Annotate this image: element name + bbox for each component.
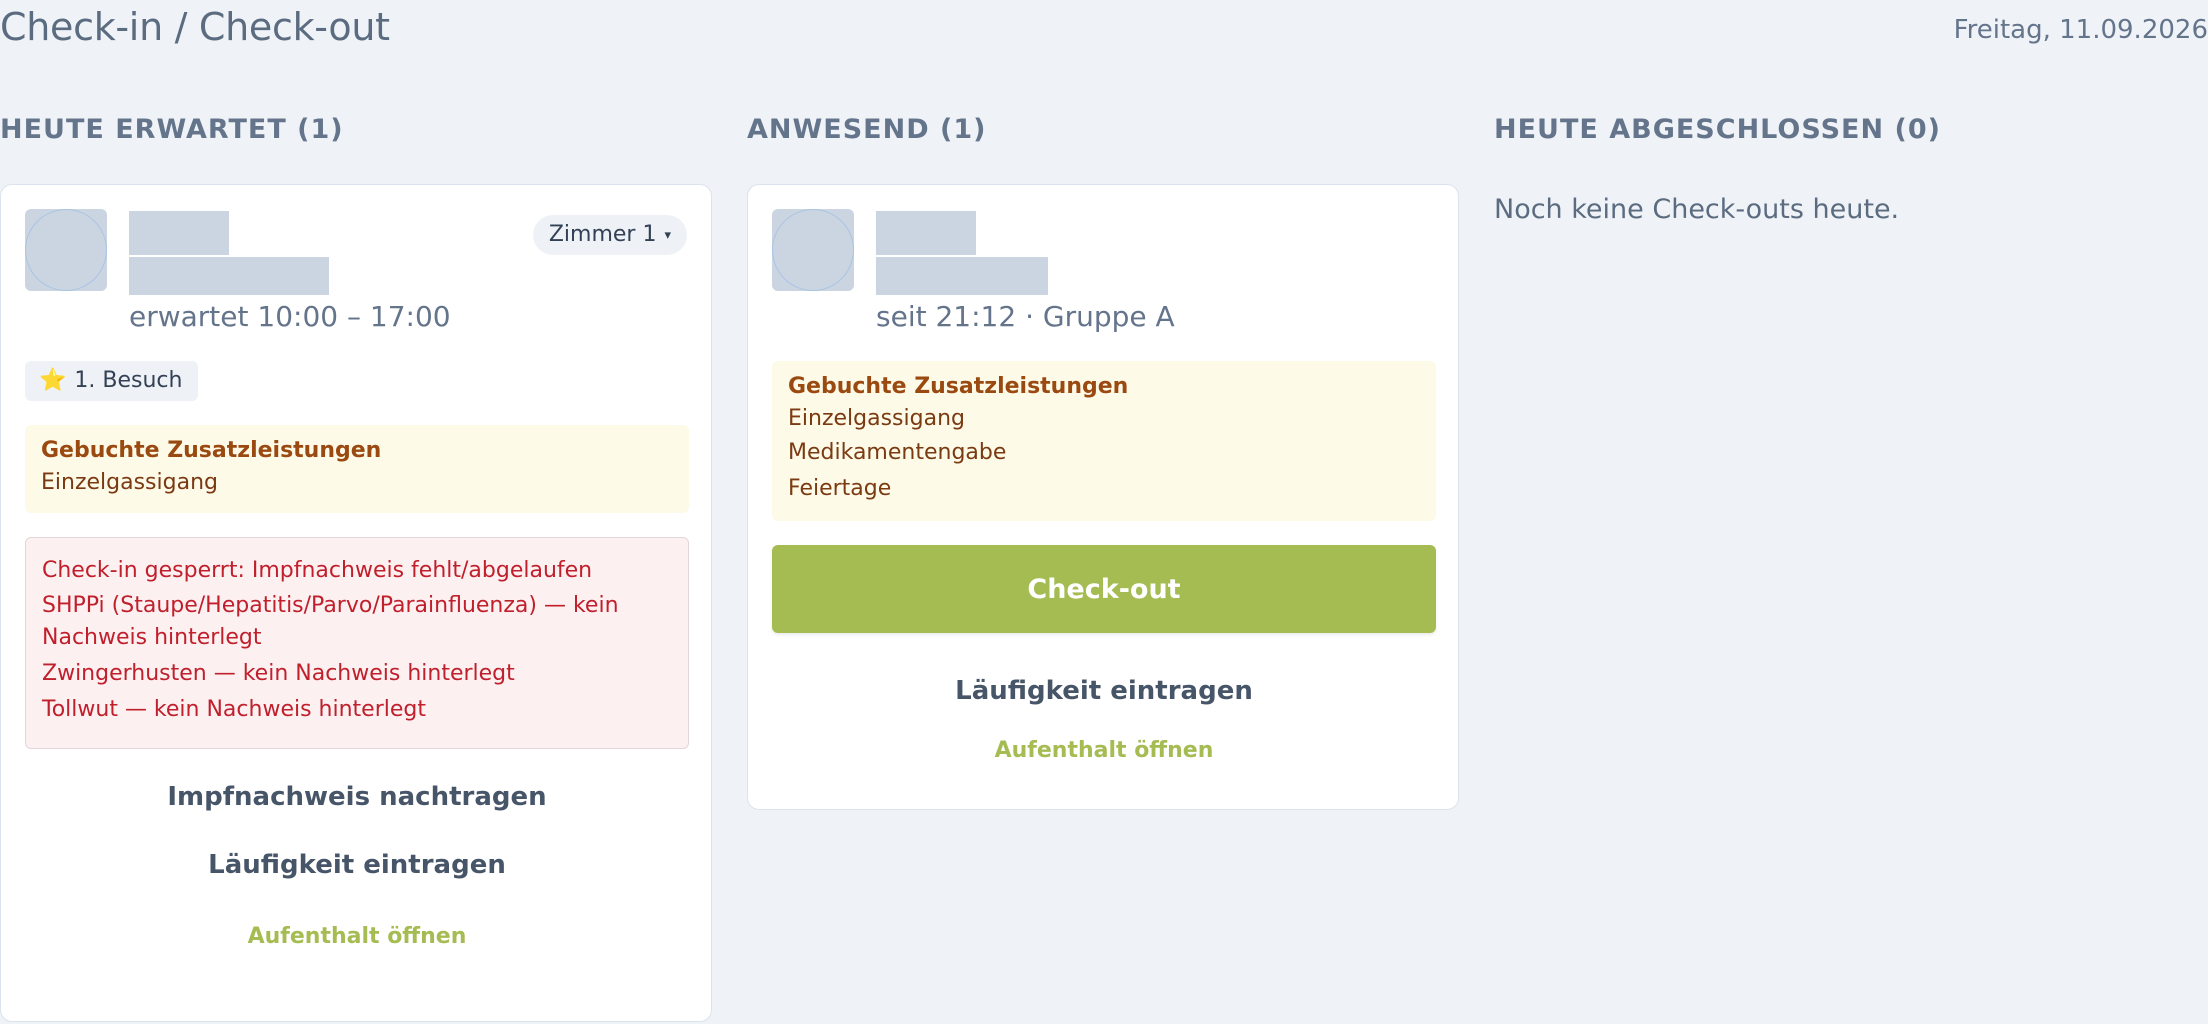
column-expected: HEUTE ERWARTET (1) erwartet 10:00 – 17:0… bbox=[0, 108, 714, 1022]
first-visit-label: 1. Besuch bbox=[74, 368, 183, 393]
first-visit-badge: ⭐ 1. Besuch bbox=[25, 361, 199, 401]
missing-vaccination-item: Tollwut — kein Nachweis hinterlegt bbox=[42, 697, 426, 722]
guest-name-redacted bbox=[876, 211, 976, 255]
add-vaccination-button[interactable]: Impfnachweis nachtragen bbox=[25, 765, 689, 829]
guest-card-expected: erwartet 10:00 – 17:00 Zimmer 1 ▾ ⭐ 1. Bes… bbox=[0, 184, 712, 1022]
column-heading-present: ANWESEND (1) bbox=[747, 114, 987, 145]
room-select[interactable]: Zimmer 1 ▾ bbox=[532, 215, 687, 255]
booked-services: Gebuchte Zusatzleistungen Einzelgassigan… bbox=[25, 425, 689, 513]
record-heat-button[interactable]: Läufigkeit eintragen bbox=[25, 833, 689, 897]
guest-name-redacted bbox=[129, 211, 229, 255]
missing-vaccination-item: Zwingerhusten — kein Nachweis hinterlegt bbox=[42, 661, 515, 686]
expected-time: erwartet 10:00 – 17:00 bbox=[129, 300, 451, 333]
booked-service-item: Feiertage bbox=[788, 476, 892, 501]
column-heading-expected: HEUTE ERWARTET (1) bbox=[0, 114, 344, 145]
booked-service-item: Medikamentengabe bbox=[788, 440, 1007, 465]
avatar bbox=[772, 209, 854, 291]
page-title: Check-in / Check-out bbox=[0, 5, 390, 49]
missing-vaccination-item: SHPPi (Staupe/Hepatitis/Parvo/Parainflue… bbox=[42, 593, 619, 650]
record-heat-button[interactable]: Läufigkeit eintragen bbox=[772, 659, 1436, 723]
checkin-blocked-title: Check-in gesperrt: Impfnachweis fehlt/ab… bbox=[42, 558, 593, 583]
booked-service-item: Einzelgassigang bbox=[41, 470, 218, 495]
empty-state-text: Noch keine Check-outs heute. bbox=[1494, 194, 1900, 225]
column-present: ANWESEND (1) seit 21:12 · Gruppe A Gebuc… bbox=[747, 108, 1461, 810]
present-since: seit 21:12 · Gruppe A bbox=[876, 300, 1175, 333]
star-icon: ⭐ bbox=[39, 368, 67, 393]
booked-services: Gebuchte Zusatzleistungen Einzelgassigan… bbox=[772, 361, 1436, 521]
guest-card-present: seit 21:12 · Gruppe A Gebuchte Zusatzlei… bbox=[747, 184, 1459, 810]
checkout-button[interactable]: Check-out bbox=[772, 545, 1436, 633]
guest-details-redacted bbox=[129, 257, 329, 295]
checkin-blocked-alert: Check-in gesperrt: Impfnachweis fehlt/ab… bbox=[25, 537, 689, 749]
booked-service-item: Einzelgassigang bbox=[788, 406, 965, 431]
current-date: Freitag, 11.09.2026 bbox=[1953, 15, 2208, 45]
avatar bbox=[25, 209, 107, 291]
booked-services-title: Gebuchte Zusatzleistungen bbox=[41, 438, 382, 463]
booked-services-title: Gebuchte Zusatzleistungen bbox=[788, 374, 1129, 399]
open-stay-link[interactable]: Aufenthalt öffnen bbox=[772, 731, 1436, 771]
open-stay-link[interactable]: Aufenthalt öffnen bbox=[25, 917, 689, 957]
column-heading-completed: HEUTE ABGESCHLOSSEN (0) bbox=[1494, 114, 1941, 145]
column-completed: HEUTE ABGESCHLOSSEN (0) Noch keine Check… bbox=[1494, 108, 2208, 225]
chevron-down-icon: ▾ bbox=[664, 228, 671, 243]
guest-details-redacted bbox=[876, 257, 1048, 295]
room-select-label: Zimmer 1 bbox=[548, 222, 657, 247]
